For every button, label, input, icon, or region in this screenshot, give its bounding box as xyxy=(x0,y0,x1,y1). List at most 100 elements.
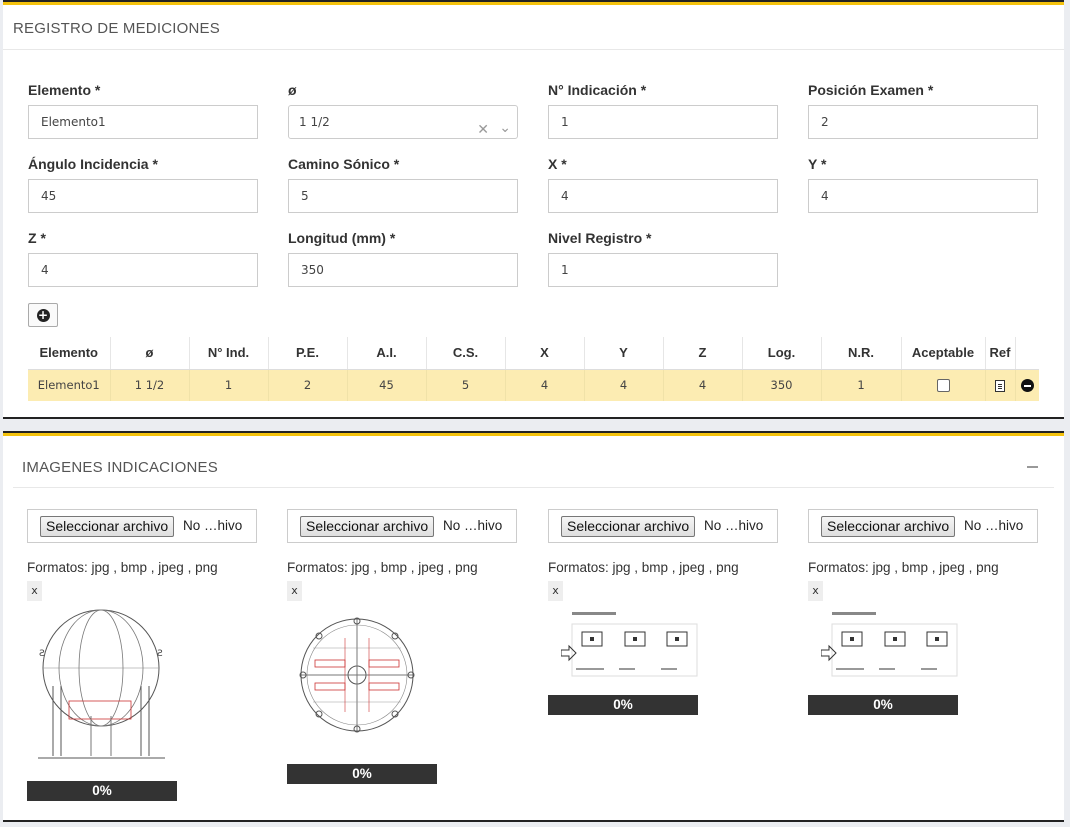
col-n-ind: N° Ind. xyxy=(189,337,269,370)
col-x: X xyxy=(505,337,585,370)
col-cs: C.S. xyxy=(426,337,506,370)
cell-aceptable xyxy=(901,369,986,401)
posicion-examen-label: Posición Examen * xyxy=(808,82,934,98)
add-row-button[interactable]: + xyxy=(28,303,58,327)
cell-z: 4 xyxy=(663,369,743,401)
svg-text:Ƨ: Ƨ xyxy=(39,649,45,659)
registro-title: REGISTRO DE MEDICIONES xyxy=(13,20,220,37)
remove-image-button[interactable]: x xyxy=(548,581,563,601)
cell-actions xyxy=(1015,369,1039,401)
svg-text:Ƨ: Ƨ xyxy=(157,649,163,659)
y-label: Y * xyxy=(808,156,827,172)
col-log: Log. xyxy=(742,337,822,370)
file-input-4[interactable]: Seleccionar archivo No …hivo xyxy=(808,509,1038,543)
mediciones-table: Elemento ø N° Ind. P.E. A.I. C.S. X Y Z … xyxy=(28,337,1039,401)
cell-x: 4 xyxy=(505,369,585,401)
file-input-1[interactable]: Seleccionar archivo No …hivo xyxy=(27,509,257,543)
select-file-button[interactable]: Seleccionar archivo xyxy=(40,516,175,537)
cell-diametro: 1 1/2 xyxy=(110,369,190,401)
spherical-tank-drawing: Ƨ Ƨ xyxy=(33,606,173,762)
cell-ref xyxy=(985,369,1016,401)
formats-text: Formatos: jpg , bmp , jpeg , png xyxy=(27,560,218,575)
upload-progress-bar: 0% xyxy=(27,781,177,801)
cell-elemento: Elemento1 xyxy=(28,369,111,401)
progress-text: 0% xyxy=(92,783,112,798)
select-file-button[interactable]: Seleccionar archivo xyxy=(300,516,435,537)
col-ref: Ref xyxy=(985,337,1016,370)
progress-text: 0% xyxy=(613,697,633,712)
y-input[interactable]: 4 xyxy=(808,179,1038,213)
remove-row-icon[interactable] xyxy=(1020,379,1034,393)
products-ordered-screenshot xyxy=(821,610,961,682)
upload-progress-bar: 0% xyxy=(548,695,698,715)
remove-image-button[interactable]: x xyxy=(808,581,823,601)
aceptable-checkbox[interactable] xyxy=(936,379,950,393)
file-status-text: No …hivo xyxy=(964,518,1024,533)
file-status-text: No …hivo xyxy=(704,518,764,533)
diametro-select[interactable]: 1 1/2 ✕ ⌄ xyxy=(288,105,518,139)
nivel-registro-label: Nivel Registro * xyxy=(548,230,652,246)
x-input[interactable]: 4 xyxy=(548,179,778,213)
cell-pe: 2 xyxy=(268,369,348,401)
panel-top-border xyxy=(3,0,1064,2)
col-aceptable: Aceptable xyxy=(901,337,986,370)
col-pe: P.E. xyxy=(268,337,348,370)
n-indicacion-label: N° Indicación * xyxy=(548,82,647,98)
clear-icon[interactable]: ✕ xyxy=(477,114,489,146)
elemento-input[interactable]: Elemento1 xyxy=(28,105,258,139)
collapse-icon[interactable] xyxy=(1027,466,1038,468)
n-indicacion-input[interactable]: 1 xyxy=(548,105,778,139)
diametro-label: ø xyxy=(288,82,297,98)
file-input-3[interactable]: Seleccionar archivo No …hivo xyxy=(548,509,778,543)
longitud-label: Longitud (mm) * xyxy=(288,230,396,246)
panel-divider xyxy=(13,487,1054,488)
cell-ai: 45 xyxy=(347,369,427,401)
imagenes-title: IMAGENES INDICACIONES xyxy=(22,459,218,476)
progress-text: 0% xyxy=(352,766,372,781)
table-row: Elemento1 1 1/2 1 2 45 5 4 4 4 350 1 xyxy=(28,369,1039,401)
posicion-examen-input[interactable]: 2 xyxy=(808,105,1038,139)
select-file-button[interactable]: Seleccionar archivo xyxy=(821,516,956,537)
panel-divider xyxy=(3,49,1064,50)
col-z: Z xyxy=(663,337,743,370)
upload-progress-bar: 0% xyxy=(808,695,958,715)
registro-panel: REGISTRO DE MEDICIONES Elemento * Elemen… xyxy=(3,0,1064,419)
col-actions xyxy=(1015,337,1039,370)
angulo-incidencia-label: Ángulo Incidencia * xyxy=(28,156,158,172)
progress-text: 0% xyxy=(873,697,893,712)
z-input[interactable]: 4 xyxy=(28,253,258,287)
upload-progress-bar: 0% xyxy=(287,764,437,784)
plus-circle-icon: + xyxy=(36,307,50,322)
angulo-incidencia-input[interactable]: 45 xyxy=(28,179,258,213)
panel-top-border xyxy=(3,431,1064,433)
elemento-label: Elemento * xyxy=(28,82,101,98)
document-icon[interactable] xyxy=(995,379,1005,392)
longitud-input[interactable]: 350 xyxy=(288,253,518,287)
sphere-weld-map-drawing xyxy=(293,608,423,738)
file-status-text: No …hivo xyxy=(183,518,243,533)
imagenes-panel: IMAGENES INDICACIONES Seleccionar archiv… xyxy=(3,431,1064,822)
table-header-row: Elemento ø N° Ind. P.E. A.I. C.S. X Y Z … xyxy=(28,337,1039,370)
chevron-down-icon[interactable]: ⌄ xyxy=(499,112,511,144)
z-label: Z * xyxy=(28,230,46,246)
file-status-text: No …hivo xyxy=(443,518,503,533)
cell-n-ind: 1 xyxy=(189,369,269,401)
col-nr: N.R. xyxy=(821,337,902,370)
file-input-2[interactable]: Seleccionar archivo No …hivo xyxy=(287,509,517,543)
cell-y: 4 xyxy=(584,369,664,401)
select-file-button[interactable]: Seleccionar archivo xyxy=(561,516,696,537)
nivel-registro-input[interactable]: 1 xyxy=(548,253,778,287)
remove-image-button[interactable]: x xyxy=(287,581,302,601)
col-diametro: ø xyxy=(110,337,190,370)
cell-log: 350 xyxy=(742,369,822,401)
col-elemento: Elemento xyxy=(28,337,111,370)
formats-text: Formatos: jpg , bmp , jpeg , png xyxy=(808,560,999,575)
formats-text: Formatos: jpg , bmp , jpeg , png xyxy=(548,560,739,575)
diametro-selected-value: 1 1/2 xyxy=(299,115,330,129)
x-label: X * xyxy=(548,156,567,172)
camino-sonico-input[interactable]: 5 xyxy=(288,179,518,213)
cell-cs: 5 xyxy=(426,369,506,401)
col-y: Y xyxy=(584,337,664,370)
remove-image-button[interactable]: x xyxy=(27,581,42,601)
col-ai: A.I. xyxy=(347,337,427,370)
